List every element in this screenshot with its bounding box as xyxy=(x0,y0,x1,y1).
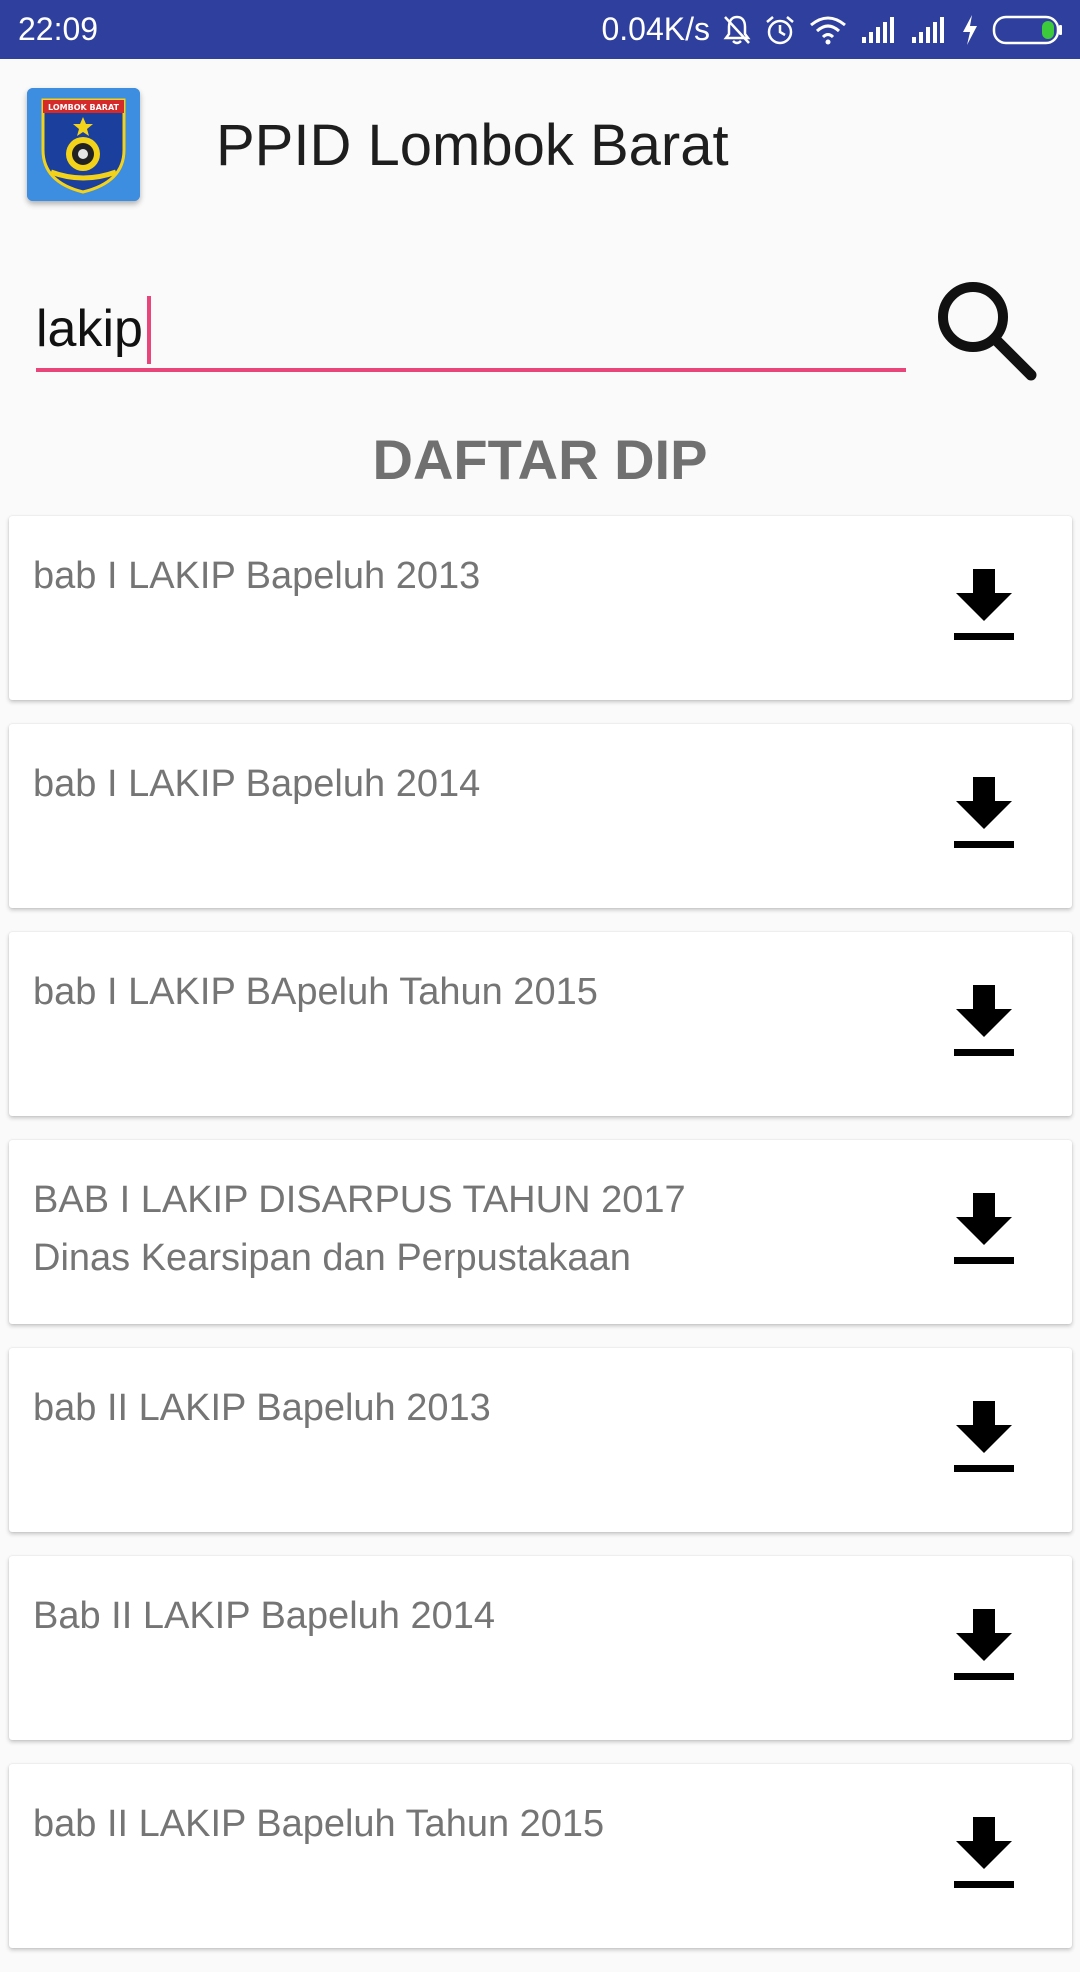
download-icon xyxy=(952,1191,1016,1272)
download-icon xyxy=(952,1607,1016,1688)
status-icons: 0.04K/s xyxy=(601,11,1064,48)
document-item[interactable]: bab I LAKIP Bapeluh 2014 xyxy=(9,724,1072,908)
charging-icon xyxy=(960,14,980,46)
network-speed: 0.04K/s xyxy=(601,11,710,47)
section-title: DAFTAR DIP xyxy=(372,428,708,491)
document-item[interactable]: bab II LAKIP Bapeluh Tahun 2015 xyxy=(9,1764,1072,1948)
document-title: bab I LAKIP Bapeluh 2014 xyxy=(33,763,481,805)
document-title: bab II LAKIP Bapeluh Tahun 2015 xyxy=(33,1803,605,1845)
search-button[interactable] xyxy=(930,276,1040,386)
app-logo: LOMBOK BARAT xyxy=(27,88,140,201)
document-title: Bab II LAKIP Bapeluh 2014 xyxy=(33,1595,495,1637)
document-item[interactable]: bab I LAKIP BApeluh Tahun 2015 xyxy=(9,932,1072,1116)
text-cursor xyxy=(147,296,151,364)
download-icon xyxy=(952,775,1016,856)
download-icon xyxy=(952,567,1016,648)
document-title: bab I LAKIP Bapeluh 2013 xyxy=(33,555,481,597)
download-button[interactable] xyxy=(939,770,1029,860)
document-title: BAB I LAKIP DISARPUS TAHUN 2017 Dinas Ke… xyxy=(33,1179,686,1279)
signal-icon xyxy=(910,15,948,45)
document-title: bab I LAKIP BApeluh Tahun 2015 xyxy=(33,971,598,1013)
download-button[interactable] xyxy=(939,1394,1029,1484)
signal-icon xyxy=(860,15,898,45)
download-button[interactable] xyxy=(939,978,1029,1068)
document-title: bab II LAKIP Bapeluh 2013 xyxy=(33,1387,491,1429)
download-icon xyxy=(952,1399,1016,1480)
bell-off-icon xyxy=(722,14,752,46)
alarm-icon xyxy=(764,14,796,46)
battery-icon xyxy=(992,14,1064,46)
document-item[interactable]: bab I LAKIP Bapeluh 2013 xyxy=(9,516,1072,700)
status-bar: 22:09 0.04K/s xyxy=(0,0,1080,59)
status-time: 22:09 xyxy=(18,11,99,47)
document-list: bab I LAKIP Bapeluh 2013 bab I LAKIP Bap… xyxy=(9,516,1072,1972)
app-header: LOMBOK BARAT PPID Lombok Barat xyxy=(0,59,1080,235)
search-icon xyxy=(933,277,1037,386)
download-button[interactable] xyxy=(939,1810,1029,1900)
wifi-icon xyxy=(808,15,848,45)
search-input[interactable] xyxy=(36,290,906,372)
download-icon xyxy=(952,983,1016,1064)
download-icon xyxy=(952,1815,1016,1896)
logo-text: LOMBOK BARAT xyxy=(48,103,119,112)
document-item[interactable]: Bab II LAKIP Bapeluh 2014 xyxy=(9,1556,1072,1740)
download-button[interactable] xyxy=(939,1186,1029,1276)
app-title: PPID Lombok Barat xyxy=(216,113,729,178)
document-item[interactable]: bab II LAKIP Bapeluh 2013 xyxy=(9,1348,1072,1532)
download-button[interactable] xyxy=(939,1602,1029,1692)
download-button[interactable] xyxy=(939,562,1029,652)
document-item[interactable]: BAB I LAKIP DISARPUS TAHUN 2017 Dinas Ke… xyxy=(9,1140,1072,1324)
